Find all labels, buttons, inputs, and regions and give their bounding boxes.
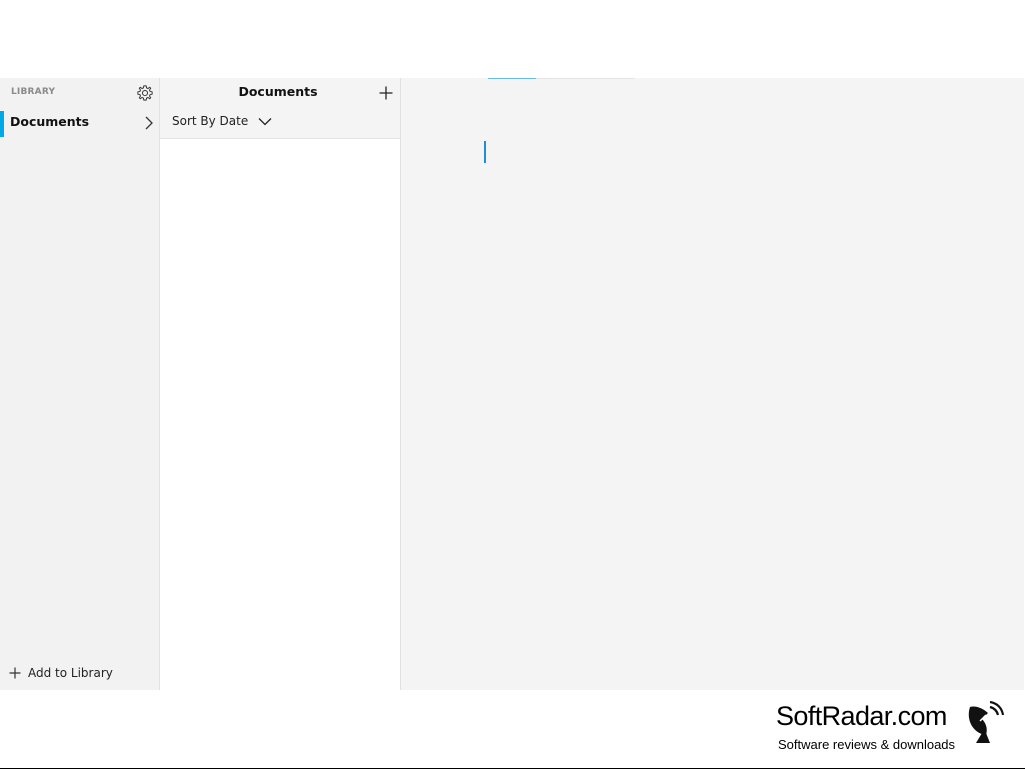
editor-pane[interactable]	[401, 78, 1024, 690]
add-to-library-label: Add to Library	[28, 666, 113, 680]
settings-button[interactable]	[134, 82, 155, 103]
sort-dropdown-label: Sort By Date	[172, 114, 249, 128]
active-tab-indicator	[488, 78, 536, 79]
gear-icon	[136, 84, 153, 101]
plus-icon	[9, 667, 21, 679]
title-bar	[0, 0, 1025, 78]
footer-area: SoftRadar.com Software reviews & downloa…	[0, 690, 1025, 769]
sidebar-item-label: Documents	[10, 114, 90, 129]
document-list-header: Documents Sort By Date	[160, 78, 400, 139]
watermark-subtitle: Software reviews & downloads	[778, 737, 956, 752]
sidebar-item-documents[interactable]: Documents	[0, 110, 159, 138]
satellite-dish-icon	[968, 701, 1005, 743]
document-list-panel: Documents Sort By Date	[160, 78, 401, 690]
library-sidebar: LIBRARY Documents Add to Library	[0, 78, 160, 690]
library-header: LIBRARY	[11, 87, 56, 97]
chevron-right-icon	[145, 116, 153, 130]
plus-icon	[379, 86, 393, 100]
app-window: LIBRARY Documents Add to Library Documen…	[0, 0, 1025, 769]
tab-strip-line	[536, 78, 634, 79]
add-to-library-button[interactable]: Add to Library	[9, 664, 113, 682]
add-document-button[interactable]	[376, 83, 396, 103]
main-window: LIBRARY Documents Add to Library Documen…	[0, 78, 1024, 690]
text-cursor	[484, 141, 486, 163]
document-list-title: Documents	[238, 84, 318, 99]
watermark-title: SoftRadar.com	[776, 701, 947, 731]
selection-indicator	[0, 111, 4, 137]
document-list[interactable]	[160, 139, 400, 690]
chevron-down-icon	[258, 117, 272, 125]
sort-dropdown[interactable]: Sort By Date	[172, 114, 272, 128]
softradar-watermark: SoftRadar.com Software reviews & downloa…	[776, 701, 1016, 759]
